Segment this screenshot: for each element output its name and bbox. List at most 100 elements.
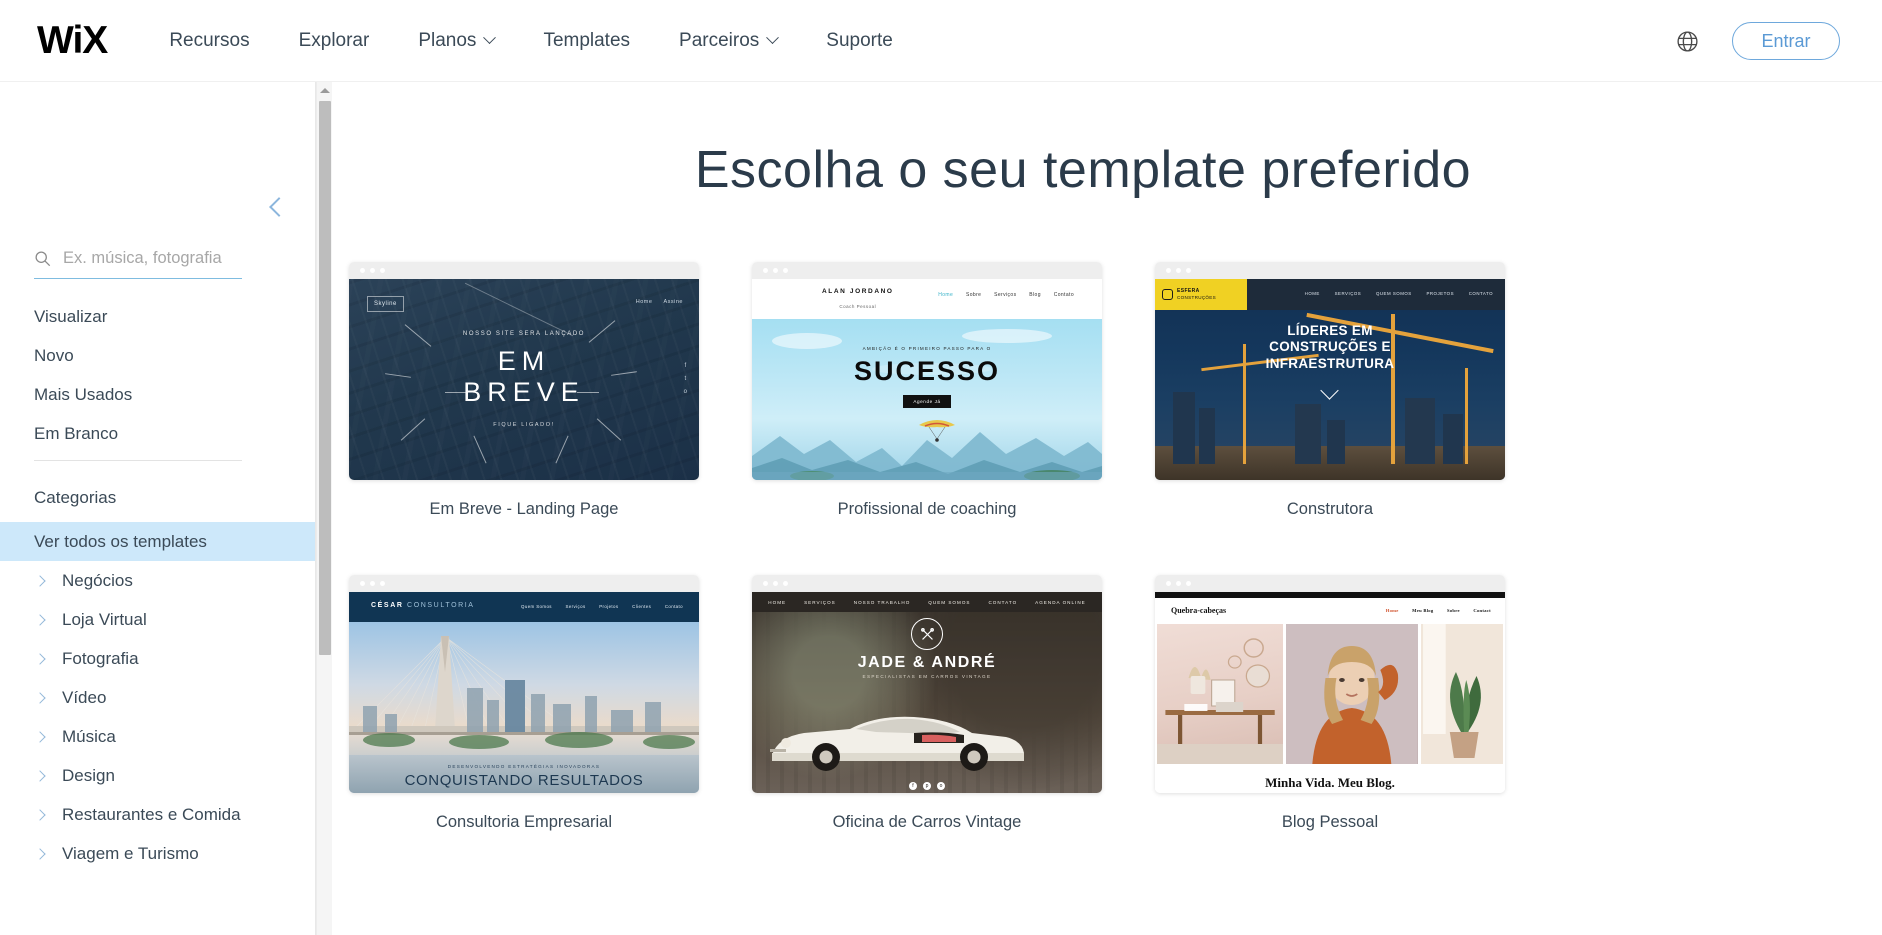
templates-grid: Skyline Home Assine NOSSO SITE SERÁ LANÇ… bbox=[333, 262, 1853, 832]
page-title: Escolha o seu template preferido bbox=[694, 141, 1472, 199]
template-preview: Skyline Home Assine NOSSO SITE SERÁ LANÇ… bbox=[349, 279, 699, 480]
template-card[interactable]: ESFERA CONSTRUÇÕES HOME SERVIÇOS QUEM SO… bbox=[1155, 262, 1505, 519]
sidebar-item-em-branco[interactable]: Em Branco bbox=[0, 414, 315, 453]
category-label: Negócios bbox=[62, 570, 133, 590]
sidebar-links: Visualizar Novo Mais Usados Em Branco bbox=[0, 297, 315, 453]
scroll-up-button[interactable] bbox=[317, 82, 333, 99]
nav-item-explorar[interactable]: Explorar bbox=[299, 30, 370, 52]
category-label: Ver todos os templates bbox=[34, 531, 207, 551]
sidebar-item-loja-virtual[interactable]: Loja Virtual bbox=[0, 600, 315, 639]
preview-brand: ALAN JORDANO Coach Pessoal bbox=[822, 288, 894, 309]
chevron-down-icon bbox=[483, 31, 497, 45]
template-thumbnail[interactable]: ESFERA CONSTRUÇÕES HOME SERVIÇOS QUEM SO… bbox=[1155, 262, 1505, 480]
nav-label: Planos bbox=[418, 29, 477, 51]
nav-label: Explorar bbox=[298, 29, 370, 51]
preview-headline: LÍDERES EM CONSTRUÇÕES E INFRAESTRUTURA bbox=[1265, 323, 1395, 371]
template-card[interactable]: Skyline Home Assine NOSSO SITE SERÁ LANÇ… bbox=[349, 262, 699, 519]
preview-brand: Quebra-cabeças bbox=[1171, 606, 1227, 615]
logo-mark-icon bbox=[1162, 289, 1173, 300]
chevron-right-icon bbox=[34, 691, 46, 704]
sidebar-search bbox=[34, 249, 242, 279]
bridge-illustration bbox=[349, 636, 699, 749]
preview-social-icons: f t o bbox=[683, 362, 687, 396]
vintage-car-illustration bbox=[770, 716, 1024, 771]
template-thumbnail[interactable]: CÉSAR CONSULTORIA Quem Somos Serviços Pr… bbox=[349, 575, 699, 793]
sidebar-item-musica[interactable]: Música bbox=[0, 717, 315, 756]
sidebar-item-video[interactable]: Vídeo bbox=[0, 678, 315, 717]
browser-chrome bbox=[1155, 262, 1505, 279]
template-card[interactable]: Quebra-cabeças Home Meu Blog Sobre Conta… bbox=[1155, 575, 1505, 832]
preview-headline-1: EM bbox=[497, 346, 551, 377]
template-thumbnail[interactable]: Quebra-cabeças Home Meu Blog Sobre Conta… bbox=[1155, 575, 1505, 793]
main-content: Escolha o seu template preferido Skyline… bbox=[333, 82, 1882, 935]
sidebar-item-novo[interactable]: Novo bbox=[0, 336, 315, 375]
preview-nav: HOME SERVIÇOS NOSSO TRABALHO QUEM SOMOS … bbox=[752, 592, 1102, 612]
sidebar-item-viagem[interactable]: Viagem e Turismo bbox=[0, 834, 315, 873]
preview-social-icons: f p o bbox=[752, 782, 1102, 790]
nav-item-suporte[interactable]: Suporte bbox=[826, 30, 893, 52]
template-card[interactable]: CÉSAR CONSULTORIA Quem Somos Serviços Pr… bbox=[349, 575, 699, 832]
main-navigation: Recursos Explorar Planos Templates Parce… bbox=[169, 30, 942, 52]
preview-image-desk bbox=[1157, 624, 1284, 764]
preview-nav: Quem Somos Serviços Projetos Clientes Co… bbox=[521, 604, 683, 609]
preview-quote: Minha Vida. Meu Blog. bbox=[1155, 773, 1505, 791]
preview-eyebrow: NOSSO SITE SERÁ LANÇADO bbox=[462, 331, 586, 338]
preview-subtitle: ESPECIALISTAS EM CARROS VINTAGE bbox=[862, 674, 992, 679]
header-actions: Entrar bbox=[1675, 0, 1840, 82]
nav-item-planos[interactable]: Planos bbox=[418, 29, 497, 52]
chevron-right-icon bbox=[34, 652, 46, 665]
template-title: Oficina de Carros Vintage bbox=[832, 813, 1022, 831]
chevron-right-icon bbox=[34, 769, 46, 782]
browser-chrome bbox=[1155, 575, 1505, 592]
template-thumbnail[interactable]: ALAN JORDANO Coach Pessoal Home Sobre Se… bbox=[752, 262, 1102, 480]
wix-logo[interactable]: WiX bbox=[37, 21, 108, 60]
globe-icon[interactable] bbox=[1675, 29, 1700, 54]
category-label: Viagem e Turismo bbox=[62, 843, 199, 863]
scrollbar-thumb[interactable] bbox=[319, 101, 331, 655]
login-button[interactable]: Entrar bbox=[1732, 22, 1840, 60]
nav-label: Parceiros bbox=[679, 29, 760, 51]
categories-list: Ver todos os templates Negócios Loja Vir… bbox=[0, 522, 315, 873]
preview-tagline: FIQUE LIGADO! bbox=[493, 421, 555, 428]
browser-chrome bbox=[349, 262, 699, 279]
template-thumbnail[interactable]: Skyline Home Assine NOSSO SITE SERÁ LANÇ… bbox=[349, 262, 699, 480]
search-input[interactable] bbox=[63, 249, 242, 268]
nav-item-templates[interactable]: Templates bbox=[543, 30, 630, 52]
preview-image-portrait bbox=[1286, 624, 1418, 764]
sidebar-item-fotografia[interactable]: Fotografia bbox=[0, 639, 315, 678]
nav-item-recursos[interactable]: Recursos bbox=[169, 30, 249, 52]
preview-brand: CÉSAR CONSULTORIA bbox=[371, 602, 475, 609]
categories-heading: Categorias bbox=[34, 488, 117, 507]
sidebar-divider bbox=[34, 460, 242, 461]
preview-navbar: ESFERA CONSTRUÇÕES HOME SERVIÇOS QUEM SO… bbox=[1155, 279, 1505, 310]
sidebar-item-mais-usados[interactable]: Mais Usados bbox=[0, 375, 315, 414]
sidebar-scrollbar[interactable] bbox=[316, 82, 332, 935]
nav-item-parceiros[interactable]: Parceiros bbox=[679, 29, 780, 52]
chevron-down-icon bbox=[766, 31, 780, 45]
template-card[interactable]: ALAN JORDANO Coach Pessoal Home Sobre Se… bbox=[752, 262, 1102, 519]
chevron-right-icon bbox=[34, 847, 46, 860]
template-thumbnail[interactable]: HOME SERVIÇOS NOSSO TRABALHO QUEM SOMOS … bbox=[752, 575, 1102, 793]
chevron-down-icon bbox=[1320, 381, 1339, 400]
template-card[interactable]: HOME SERVIÇOS NOSSO TRABALHO QUEM SOMOS … bbox=[752, 575, 1102, 832]
sidebar-item-design[interactable]: Design bbox=[0, 756, 315, 795]
category-label: Loja Virtual bbox=[62, 609, 147, 629]
sidebar-item-restaurantes[interactable]: Restaurantes e Comida bbox=[0, 795, 315, 834]
template-title: Profissional de coaching bbox=[837, 500, 1017, 518]
chevron-left-icon bbox=[269, 197, 289, 217]
sidebar: Visualizar Novo Mais Usados Em Branco Ca… bbox=[0, 82, 316, 935]
preview-headline: SUCESSO bbox=[853, 356, 1001, 386]
nav-label: Recursos bbox=[169, 29, 250, 51]
preview-headline: CONQUISTANDO RESULTADOS bbox=[404, 772, 644, 789]
preview-headline-2: BREVE bbox=[463, 376, 585, 407]
sidebar-item-all-templates[interactable]: Ver todos os templates bbox=[0, 522, 315, 561]
nav-label: Templates bbox=[543, 29, 631, 51]
sidebar-item-visualizar[interactable]: Visualizar bbox=[0, 297, 315, 336]
sidebar-item-negocios[interactable]: Negócios bbox=[0, 561, 315, 600]
template-title: Consultoria Empresarial bbox=[435, 813, 613, 831]
preview-navbar: CÉSAR CONSULTORIA Quem Somos Serviços Pr… bbox=[349, 592, 699, 622]
preview-nav: Home Sobre Serviços Blog Contato bbox=[938, 292, 1074, 298]
sidebar-collapse-button[interactable] bbox=[262, 190, 296, 224]
category-label: Fotografia bbox=[62, 648, 139, 668]
template-preview: ALAN JORDANO Coach Pessoal Home Sobre Se… bbox=[752, 279, 1102, 480]
